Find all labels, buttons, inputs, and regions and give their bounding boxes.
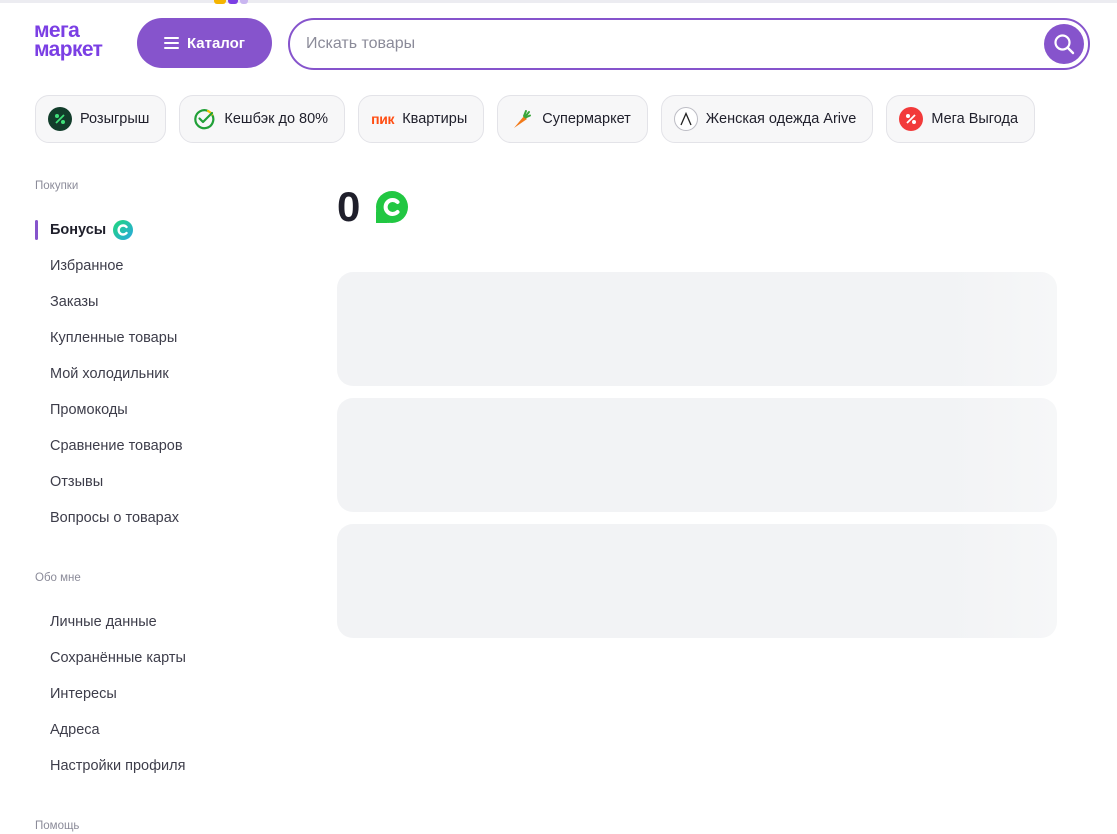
promo-chips: Розыгрыш Кешбэк до 80% пик Квартиры Супе…: [35, 95, 1036, 143]
sber-check-icon: [192, 107, 216, 131]
nav-item-label: Вопросы о товарах: [50, 510, 180, 526]
nav-item-label: Бонусы: [50, 222, 107, 238]
logo-line-2: маркет: [34, 38, 103, 61]
spasibo-bonus-icon: [376, 191, 409, 223]
search-icon: [1054, 34, 1075, 55]
chip-apartments[interactable]: пик Квартиры: [358, 95, 485, 143]
nav-item-promocodes[interactable]: Промокоды: [35, 392, 295, 428]
carrot-icon: [510, 107, 534, 131]
chip-label: Розыгрыш: [80, 111, 150, 127]
chip-cashback[interactable]: Кешбэк до 80%: [179, 95, 346, 143]
nav-item-label: Промокоды: [50, 402, 128, 418]
percent-red-icon: [899, 107, 924, 131]
arive-logo-icon: [673, 107, 698, 131]
nav-item-compare[interactable]: Сравнение товаров: [35, 428, 295, 464]
nav-item-questions[interactable]: Вопросы о товарах: [35, 500, 295, 536]
nav-item-label: Мой холодильник: [50, 366, 169, 382]
nav-item-orders[interactable]: Заказы: [35, 284, 295, 320]
nav-item-interests[interactable]: Интересы: [35, 676, 295, 712]
search-bar: [288, 18, 1090, 70]
section-title-purchases: Покупки: [35, 180, 79, 192]
sber-spasibo-icon: [113, 220, 134, 240]
nav-item-personal-data[interactable]: Личные данные: [35, 604, 295, 640]
section-title-about: Обо мне: [35, 572, 81, 584]
chip-label: Квартиры: [402, 111, 468, 127]
chip-label: Супермаркет: [542, 111, 631, 127]
menu-icon: [163, 37, 179, 49]
loading-placeholder-card: [337, 398, 1057, 512]
nav-item-label: Заказы: [50, 294, 99, 310]
nav-item-reviews[interactable]: Отзывы: [35, 464, 295, 500]
loading-placeholder-card: [337, 524, 1057, 638]
top-border: [0, 0, 1117, 3]
nav-about: Личные данные Сохранённые карты Интересы…: [35, 604, 295, 784]
nav-purchases: Бонусы Избранное Заказы Купленные товары…: [35, 212, 295, 536]
nav-item-label: Сохранённые карты: [50, 650, 186, 666]
nav-item-label: Интересы: [50, 686, 117, 702]
search-input[interactable]: [290, 35, 1044, 53]
search-button[interactable]: [1044, 24, 1084, 64]
chip-mega-vygoda[interactable]: Мега Выгода: [886, 95, 1036, 143]
nav-item-bonuses[interactable]: Бонусы: [35, 212, 295, 248]
bonus-balance-value: 0: [337, 183, 361, 230]
nav-item-fridge[interactable]: Мой холодильник: [35, 356, 295, 392]
profile-sidebar: Покупки Бонусы Избранное Заказы Купленны…: [35, 178, 295, 834]
nav-item-favorites[interactable]: Избранное: [35, 248, 295, 284]
chip-label: Мега Выгода: [931, 111, 1019, 127]
nav-item-label: Купленные товары: [50, 330, 178, 346]
nav-item-label: Сравнение товаров: [50, 438, 183, 454]
loading-placeholder-card: [337, 272, 1057, 386]
nav-item-purchased[interactable]: Купленные товары: [35, 320, 295, 356]
nav-item-label: Отзывы: [50, 474, 104, 490]
megamarket-logo[interactable]: мега маркет: [34, 20, 130, 65]
nav-item-addresses[interactable]: Адреса: [35, 712, 295, 748]
bonus-balance: 0: [337, 184, 410, 230]
chip-supermarket[interactable]: Супермаркет: [497, 95, 648, 143]
percent-dark-icon: [48, 107, 72, 131]
top-banner-peek: [214, 0, 270, 4]
pik-logo: пик: [371, 111, 395, 127]
nav-item-label: Адреса: [50, 722, 100, 738]
chip-arive[interactable]: Женская одежда Arive: [660, 95, 874, 143]
nav-item-profile-settings[interactable]: Настройки профиля: [35, 748, 295, 784]
chip-label: Женская одежда Arive: [705, 111, 857, 127]
nav-item-label: Избранное: [50, 258, 124, 274]
section-title-help: Помощь: [35, 820, 80, 832]
catalog-label: Каталог: [186, 34, 246, 52]
nav-item-label: Настройки профиля: [50, 758, 186, 774]
chip-giveaway[interactable]: Розыгрыш: [35, 95, 167, 143]
nav-item-label: Личные данные: [50, 614, 157, 630]
catalog-button[interactable]: Каталог: [137, 18, 272, 68]
chip-label: Кешбэк до 80%: [224, 111, 329, 127]
nav-item-saved-cards[interactable]: Сохранённые карты: [35, 640, 295, 676]
